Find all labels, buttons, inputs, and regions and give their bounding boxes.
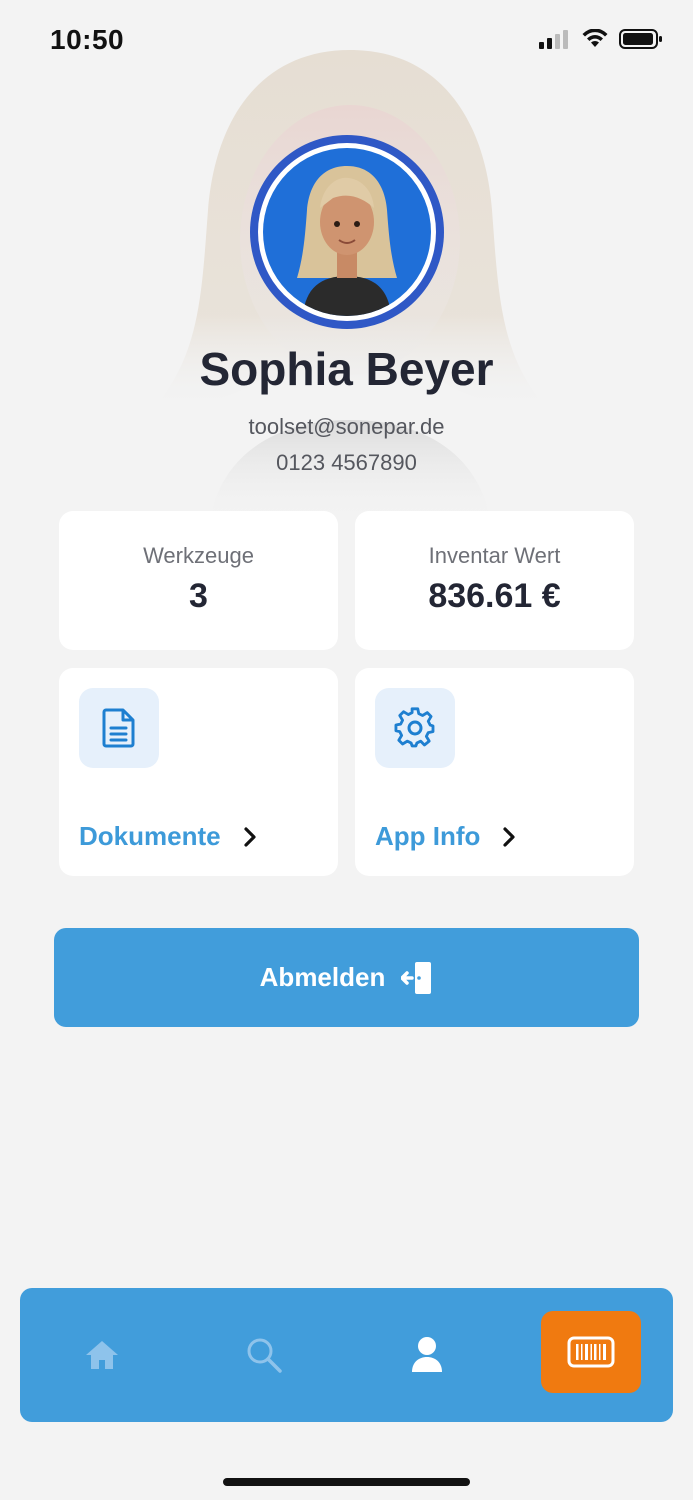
tile-documents[interactable]: Dokumente (59, 668, 338, 876)
tab-profile[interactable] (377, 1288, 477, 1422)
stat-value: 836.61 € (428, 577, 561, 615)
avatar-illustration (297, 166, 397, 316)
stat-value: 3 (189, 577, 208, 615)
battery-icon (619, 29, 662, 49)
home-icon (86, 1341, 118, 1369)
profile-email: toolset@sonepar.de (248, 414, 445, 439)
app-info-label: App Info (375, 821, 481, 851)
documents-link[interactable]: Dokumente (79, 821, 257, 852)
stat-label: Inventar Wert (428, 543, 561, 568)
document-icon (79, 688, 159, 768)
bottom-tab-bar (20, 1288, 673, 1422)
profile-phone: 0123 4567890 (276, 450, 417, 475)
search-icon (247, 1338, 282, 1373)
documents-label: Dokumente (79, 821, 221, 851)
gear-icon (375, 688, 455, 768)
status-icons (539, 28, 663, 50)
stat-label: Werkzeuge (143, 543, 254, 568)
barcode-scan-icon (567, 1336, 615, 1368)
home-indicator (223, 1478, 470, 1486)
scan-barcode-button[interactable] (541, 1311, 641, 1393)
status-time: 10:50 (50, 24, 125, 55)
chevron-right-icon (243, 826, 256, 847)
profile-name: Sophia Beyer (199, 343, 494, 395)
tab-home[interactable] (52, 1288, 152, 1422)
wifi-icon (582, 29, 608, 47)
tab-search[interactable] (214, 1288, 314, 1422)
logout-button[interactable]: Abmelden (54, 928, 639, 1027)
cellular-signal-icon (539, 30, 568, 49)
app-info-link[interactable]: App Info (375, 821, 516, 852)
status-bar: 10:50 (0, 0, 693, 84)
logout-icon (401, 961, 432, 994)
profile-avatar[interactable] (250, 135, 444, 329)
logout-label: Abmelden (259, 962, 386, 992)
stat-card-inventory-value: Inventar Wert 836.61 € (355, 511, 634, 650)
tile-app-info[interactable]: App Info (355, 668, 634, 876)
user-icon (412, 1337, 442, 1372)
chevron-right-icon (503, 826, 516, 847)
stat-card-tools: Werkzeuge 3 (59, 511, 338, 650)
